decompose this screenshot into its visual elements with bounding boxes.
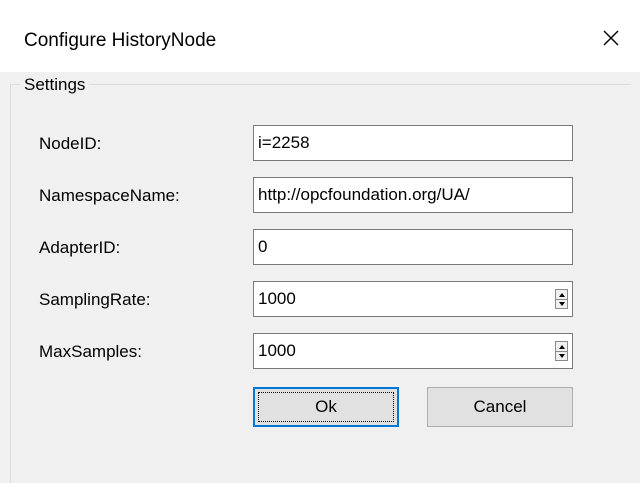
dialog-window: Configure HistoryNode Settings NodeID: i… <box>0 0 640 483</box>
adapter-id-label: AdapterID: <box>39 238 121 257</box>
max-samples-label: MaxSamples: <box>39 342 142 361</box>
node-id-value: i=2258 <box>258 133 310 152</box>
window-title: Configure HistoryNode <box>24 30 217 51</box>
max-samples-stepper[interactable]: 1000 <box>253 333 573 369</box>
ok-button-label: Ok <box>315 397 337 416</box>
settings-group-label: Settings <box>20 75 90 95</box>
sampling-rate-down-button[interactable] <box>556 299 567 308</box>
node-id-label: NodeID: <box>39 134 102 153</box>
namespace-name-input[interactable]: http://opcfoundation.org/UA/ <box>253 177 573 213</box>
max-samples-spin-buttons <box>555 341 568 361</box>
chevron-down-icon <box>558 353 565 358</box>
close-icon <box>603 30 619 46</box>
adapter-id-input[interactable]: 0 <box>253 229 573 265</box>
cancel-button-label: Cancel <box>473 397 527 416</box>
ok-button[interactable]: Ok <box>253 387 399 427</box>
namespace-name-value: http://opcfoundation.org/UA/ <box>258 185 470 204</box>
adapter-id-value: 0 <box>258 237 268 256</box>
chevron-down-icon <box>558 301 565 306</box>
sampling-rate-label: SamplingRate: <box>39 290 151 309</box>
close-button[interactable] <box>582 10 640 66</box>
sampling-rate-stepper[interactable]: 1000 <box>253 281 573 317</box>
max-samples-down-button[interactable] <box>556 351 567 360</box>
max-samples-value: 1000 <box>258 341 296 360</box>
cancel-button[interactable]: Cancel <box>427 387 573 427</box>
namespace-name-label: NamespaceName: <box>39 186 180 205</box>
sampling-rate-value: 1000 <box>258 289 296 308</box>
sampling-rate-spin-buttons <box>555 289 568 309</box>
chevron-up-icon <box>558 292 565 297</box>
title-bar: Configure HistoryNode <box>0 0 640 72</box>
node-id-input[interactable]: i=2258 <box>253 125 573 161</box>
chevron-up-icon <box>558 344 565 349</box>
